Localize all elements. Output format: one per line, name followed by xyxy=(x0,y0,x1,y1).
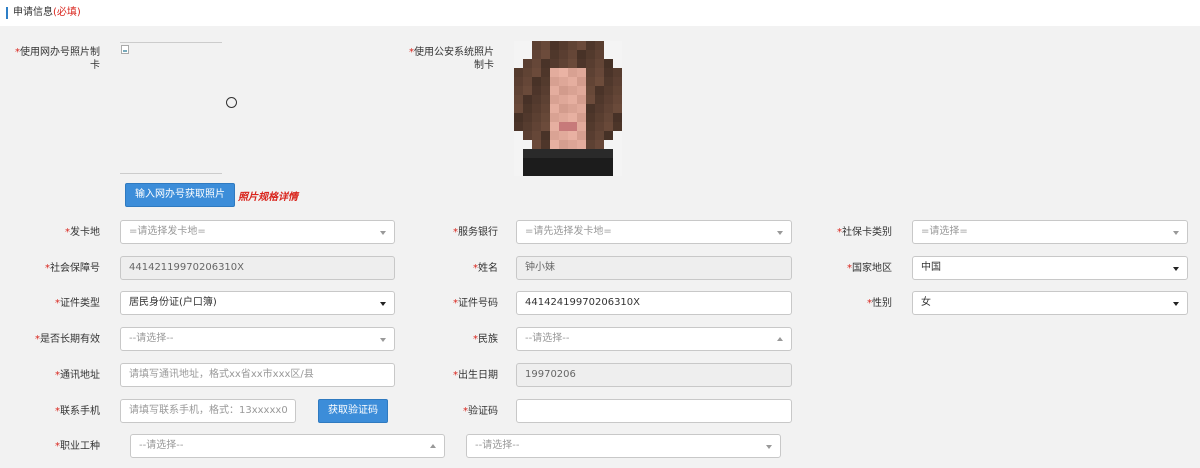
issue-place-select[interactable]: =请选择发卡地= xyxy=(120,220,395,244)
portrait-photo xyxy=(514,41,640,176)
birth-date-label: *出生日期 xyxy=(453,370,498,381)
verify-code-label: *验证码 xyxy=(463,406,498,417)
broken-image-icon xyxy=(121,45,129,54)
gender-select[interactable]: 女 xyxy=(912,291,1188,315)
birth-date-field: 19970206 xyxy=(516,363,792,387)
name-field: 钟小妹 xyxy=(516,256,792,280)
name-label: *姓名 xyxy=(473,263,498,274)
get-code-button[interactable]: 获取验证码 xyxy=(318,399,388,423)
section-marker xyxy=(6,7,8,19)
long-term-select[interactable]: --请选择-- xyxy=(120,327,395,351)
phone-input[interactable]: 请填写联系手机，格式：13xxxxx0 xyxy=(120,399,296,423)
ss-number-label: *社会保障号 xyxy=(45,263,100,274)
long-term-label: *是否长期有效 xyxy=(35,334,100,345)
occupation-label: *职业工种 xyxy=(55,441,100,452)
card-type-label: *社保卡类别 xyxy=(837,227,892,238)
gender-label: *性别 xyxy=(867,298,892,309)
bank-label: *服务银行 xyxy=(453,227,498,238)
photo-spec-link[interactable]: 照片规格详情 xyxy=(238,188,298,203)
required-note: (必填) xyxy=(53,7,81,18)
address-label: *通讯地址 xyxy=(55,370,100,381)
occupation-select-1[interactable]: --请选择-- xyxy=(130,434,445,458)
id-photo-label: *使用网办号照片制卡 xyxy=(15,47,100,71)
issue-place-label: *发卡地 xyxy=(65,227,100,238)
ethnicity-label: *民族 xyxy=(473,334,498,345)
id-type-label: *证件类型 xyxy=(55,298,100,309)
id-number-input[interactable]: 44142419970206310X xyxy=(516,291,792,315)
occupation-select-2[interactable]: --请选择-- xyxy=(466,434,781,458)
ss-number-field: 44142119970206310X xyxy=(120,256,395,280)
country-label: *国家地区 xyxy=(847,263,892,274)
id-type-select[interactable]: 居民身份证(户口簿) xyxy=(120,291,395,315)
phone-label: *联系手机 xyxy=(55,406,100,417)
ethnicity-select[interactable]: --请选择-- xyxy=(516,327,792,351)
id-number-label: *证件号码 xyxy=(453,298,498,309)
card-type-select[interactable]: =请选择= xyxy=(912,220,1188,244)
section-title: 申请信息(必填) xyxy=(13,7,81,18)
id-photo-frame xyxy=(120,42,237,174)
bank-select[interactable]: =请先选择发卡地= xyxy=(516,220,792,244)
fetch-photo-button[interactable]: 输入网办号获取照片 xyxy=(125,183,235,207)
country-select[interactable]: 中国 xyxy=(912,256,1188,280)
police-photo-label: *使用公安系统照片制卡 xyxy=(409,47,494,71)
section-header: 申请信息(必填) xyxy=(0,0,1200,26)
address-input[interactable]: 请填写通讯地址，格式xx省xx市xxx区/县 xyxy=(120,363,395,387)
verify-code-input[interactable] xyxy=(516,399,792,423)
loading-radio-icon[interactable] xyxy=(226,97,237,108)
